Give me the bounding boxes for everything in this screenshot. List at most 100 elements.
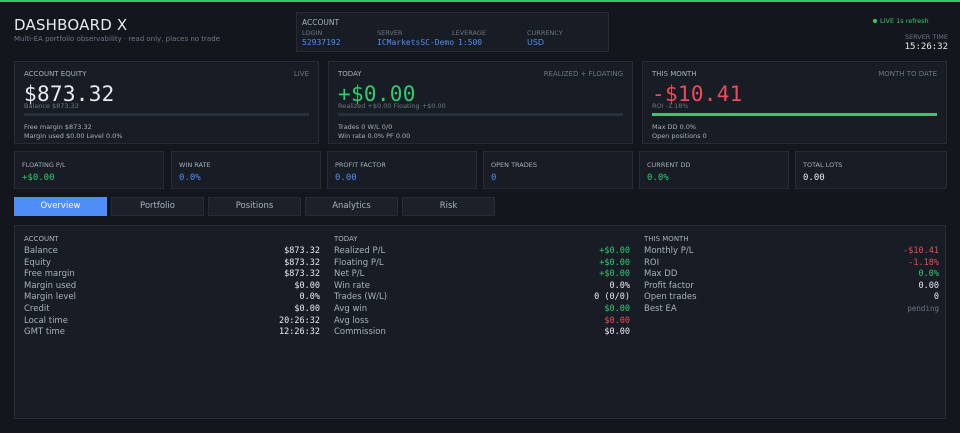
- column-heading: TODAY: [334, 235, 358, 243]
- server-time: SERVER TIME 15:26:32: [905, 33, 948, 52]
- row-key: Trades (W/L): [334, 292, 388, 303]
- server-label: SERVER: [377, 29, 403, 37]
- row-value: 0.0%: [918, 269, 939, 280]
- row-key: Avg win: [334, 303, 368, 314]
- month-info-line: Open positions 0: [652, 131, 707, 140]
- row-key: Credit: [24, 303, 50, 314]
- row-value: 0.0%: [609, 280, 630, 291]
- table-row: Avg loss $0.00: [334, 316, 630, 328]
- login-label: LOGIN: [302, 29, 323, 37]
- equity-info: Free margin $873.32 Margin used $0.00 Le…: [24, 123, 122, 140]
- row-value: +$0.00: [599, 246, 630, 256]
- month-progress-fill: [652, 113, 937, 116]
- row-value: $0.00: [294, 303, 320, 314]
- equity-card-tag: LIVE: [293, 70, 309, 78]
- table-row: Profit factor 0.00: [644, 281, 939, 293]
- today-info-line: Win rate 0.0% PF 0.00: [338, 131, 411, 140]
- row-value: -1.18%: [908, 257, 939, 268]
- stat-label: FLOATING P/L: [22, 161, 66, 169]
- row-key: Open trades: [644, 292, 697, 303]
- login-field: LOGIN 52937192: [302, 29, 341, 47]
- stat-label: OPEN TRADES: [491, 161, 537, 169]
- app-subtitle: Multi-EA portfolio observability · read …: [14, 35, 220, 43]
- live-indicator: LIVE 1s refresh: [873, 17, 929, 25]
- currency-label: CURRENCY: [527, 29, 563, 37]
- account-info-box: ACCOUNT LOGIN 52937192 SERVER ICMarketsS…: [296, 12, 609, 52]
- overview-month-column: THIS MONTH Monthly P/L -$10.41 ROI -1.18% …: [644, 235, 939, 316]
- row-key: Free margin: [24, 269, 75, 280]
- row-key: Net P/L: [334, 269, 365, 280]
- row-value: +$0.00: [599, 257, 630, 268]
- row-key: Local time: [24, 315, 68, 326]
- live-label: LIVE 1s refresh: [880, 17, 929, 25]
- row-key: Commission: [334, 327, 386, 338]
- row-value: pending: [907, 303, 939, 313]
- today-progress-bar: [338, 113, 623, 116]
- stat-value: 0.00: [803, 173, 825, 183]
- month-info: Max DD 0.0% Open positions 0: [652, 123, 707, 140]
- row-value: 0.00: [918, 280, 939, 291]
- today-card-label: TODAY: [338, 70, 362, 78]
- table-row: Avg win $0.00: [334, 304, 630, 316]
- row-key: Avg loss: [334, 315, 369, 326]
- today-info-line: Trades 0 W/L 0/0: [338, 123, 393, 131]
- live-dot-icon: [873, 19, 877, 23]
- tab-overview[interactable]: Overview: [14, 197, 107, 216]
- stat-value: 0.0%: [179, 173, 201, 183]
- row-key: GMT time: [24, 327, 66, 338]
- tab-positions[interactable]: Positions: [208, 197, 301, 216]
- table-row: Open trades 0: [644, 292, 939, 304]
- stat-label: PROFIT FACTOR: [335, 161, 386, 169]
- row-value: +$0.00: [599, 269, 630, 280]
- row-key: Equity: [24, 257, 51, 268]
- row-value: -$10.41: [903, 246, 939, 256]
- equity-sub: Balance $873.32: [24, 102, 79, 110]
- table-row: GMT time 12:26:32: [24, 327, 320, 339]
- stat-value: 0.0%: [647, 173, 669, 183]
- stat-value: +$0.00: [22, 173, 55, 183]
- table-row: Free margin $873.32: [24, 269, 320, 281]
- equity-progress-bar: [24, 113, 309, 116]
- server-time-value: 15:26:32: [904, 42, 948, 52]
- equity-info-line: Free margin $873.32: [24, 123, 92, 131]
- row-key: Win rate: [334, 280, 370, 291]
- leverage-field: LEVERAGE 1:500: [452, 29, 486, 47]
- leverage-label: LEVERAGE: [452, 29, 487, 37]
- table-row: Best EA pending: [644, 304, 939, 316]
- equity-card-label: ACCOUNT EQUITY: [24, 70, 87, 78]
- row-key: Margin used: [24, 280, 77, 291]
- table-row: Max DD 0.0%: [644, 269, 939, 281]
- stat-current-dd: CURRENT DD 0.0%: [639, 151, 789, 189]
- currency-value: USD: [527, 38, 545, 47]
- table-row: Commission $0.00: [334, 327, 630, 339]
- row-value: $0.00: [604, 315, 630, 326]
- brand: DASHBOARD X Multi-EA portfolio observabi…: [14, 16, 220, 43]
- login-value: 52937192: [302, 38, 341, 47]
- app-title: DASHBOARD X: [14, 16, 128, 34]
- tab-risk[interactable]: Risk: [402, 197, 495, 216]
- month-info-line: Max DD 0.0%: [652, 123, 697, 131]
- tab-portfolio[interactable]: Portfolio: [111, 197, 204, 216]
- today-sub: Realized +$0.00 Floating +$0.00: [338, 102, 446, 110]
- row-key: Profit factor: [644, 280, 694, 291]
- row-key: Floating P/L: [334, 257, 384, 268]
- stat-value: 0.00: [335, 173, 357, 183]
- server-value: ICMarketsSC-Demo: [377, 38, 455, 47]
- row-value: 20:26:32: [279, 315, 320, 326]
- row-value: $873.32: [284, 246, 320, 256]
- top-accent-bar: [0, 0, 960, 2]
- row-value: 0.0%: [299, 292, 320, 303]
- table-row: Trades (W/L) 0 (0/0): [334, 292, 630, 304]
- column-heading: ACCOUNT: [24, 235, 59, 243]
- equity-card: ACCOUNT EQUITY LIVE $873.32 Balance $873…: [14, 61, 319, 144]
- table-row: Equity $873.32: [24, 258, 320, 270]
- row-value: 0: [933, 292, 939, 303]
- row-value: $873.32: [284, 257, 320, 268]
- tab-analytics[interactable]: Analytics: [305, 197, 398, 216]
- table-row: Local time 20:26:32: [24, 316, 320, 328]
- overview-today-column: TODAY Realized P/L +$0.00 Floating P/L +$0…: [334, 235, 630, 339]
- table-row: Credit $0.00: [24, 304, 320, 316]
- month-card-tag: MONTH TO DATE: [878, 70, 937, 78]
- table-row: Balance $873.32: [24, 246, 320, 258]
- table-row: Floating P/L +$0.00: [334, 258, 630, 270]
